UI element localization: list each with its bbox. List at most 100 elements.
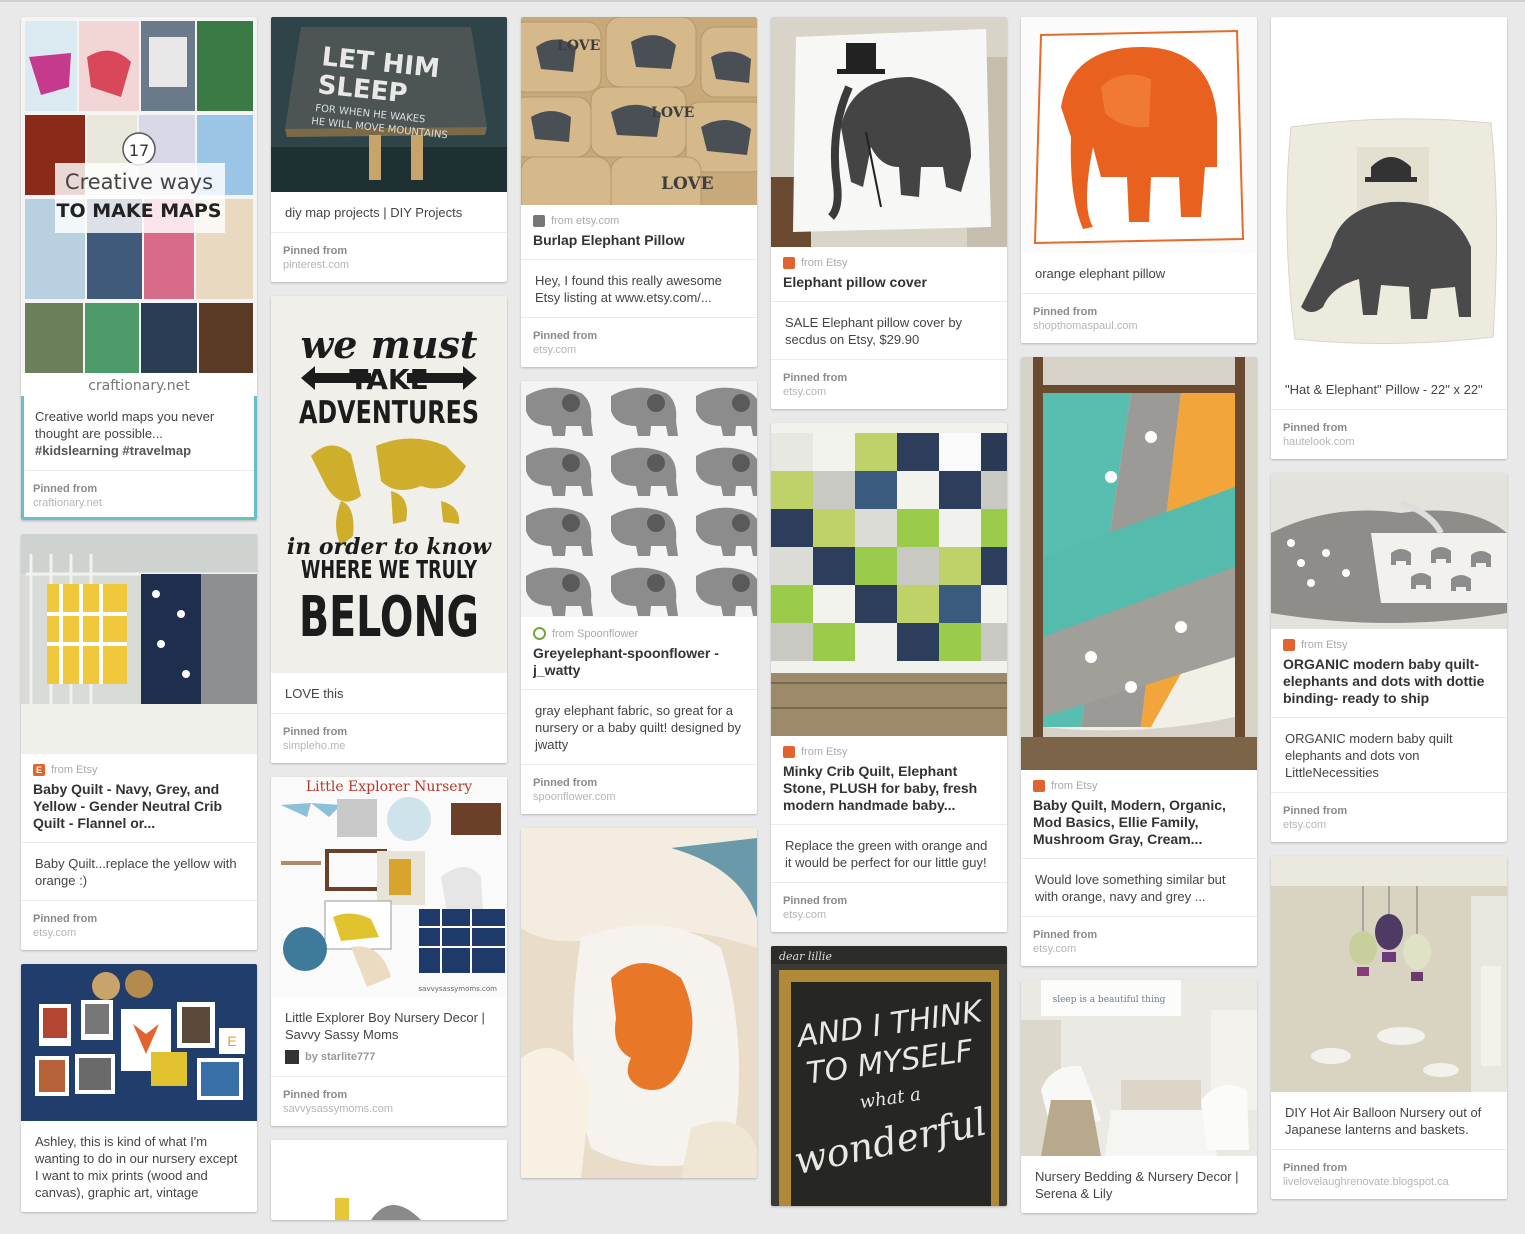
pin-card[interactable]: 17 Creative ways TO MAKE MAPS craftionar… — [21, 17, 257, 520]
pin-source[interactable]: E from Etsy — [21, 754, 257, 776]
pin-image[interactable] — [271, 1140, 507, 1220]
pinned-from-label: Pinned from — [783, 895, 848, 907]
pin-card[interactable]: from Etsy Elephant pillow cover SALE Ele… — [771, 17, 1007, 409]
pin-image[interactable]: Little Explorer Nursery savvysassymoms.c… — [271, 777, 507, 997]
pin-image[interactable]: E — [21, 964, 257, 1121]
pin-card[interactable]: orange elephant pillow Pinned from shopt… — [1021, 17, 1257, 343]
pinned-from-label: Pinned from — [283, 726, 348, 738]
pin-card[interactable]: Little Explorer Nursery savvysassymoms.c… — [271, 777, 507, 1126]
pin-title[interactable]: Elephant pillow cover — [771, 269, 1007, 301]
pin-image[interactable]: LET HIM SLEEP FOR WHEN HE WAKES HE WILL … — [271, 17, 507, 192]
pinned-from-domain[interactable]: spoonflower.com — [533, 791, 745, 803]
pin-card[interactable]: from Etsy Baby Quilt, Modern, Organic, M… — [1021, 357, 1257, 966]
pinned-from[interactable]: Pinned from craftionary.net — [21, 470, 257, 520]
pin-image[interactable] — [21, 534, 257, 754]
etsy-icon — [783, 257, 795, 269]
pin-title[interactable]: Baby Quilt - Navy, Grey, and Yellow - Ge… — [21, 776, 257, 842]
pinned-from[interactable]: Pinned from shopthomaspaul.com — [1021, 293, 1257, 343]
pin-source[interactable]: from etsy.com — [521, 205, 757, 227]
pinned-from-domain[interactable]: livelovelaughrenovate.blogspot.ca — [1283, 1176, 1495, 1188]
pin-description: LOVE this — [285, 686, 344, 701]
top-divider — [0, 0, 1525, 2]
maps-line2-text: TO MAKE MAPS — [57, 200, 222, 222]
pinned-from-domain[interactable]: etsy.com — [33, 927, 245, 939]
pinned-from[interactable]: Pinned from spoonflower.com — [521, 764, 757, 814]
pin-card[interactable]: dear lillie AND I THINK TO MYSELF what a… — [771, 946, 1007, 1206]
pin-image[interactable]: sleep is a beautiful thing — [1021, 980, 1257, 1156]
pillow-love-text-1: LOVE — [557, 38, 600, 54]
pin-card[interactable]: DIY Hot Air Balloon Nursery out of Japan… — [1271, 856, 1507, 1199]
pin-source[interactable]: from Etsy — [771, 736, 1007, 758]
pinned-from-domain[interactable]: craftionary.net — [33, 497, 245, 509]
pin-image[interactable]: we must TAKE ADVENTURES in order to know… — [271, 296, 507, 673]
pinned-from[interactable]: Pinned from etsy.com — [1271, 792, 1507, 842]
pinned-from-domain[interactable]: savvysassymoms.com — [283, 1103, 495, 1115]
pinned-from-domain[interactable]: etsy.com — [1283, 819, 1495, 831]
pinned-from[interactable]: Pinned from etsy.com — [21, 900, 257, 950]
pin-title[interactable]: Burlap Elephant Pillow — [521, 227, 757, 259]
pinned-from-domain[interactable]: etsy.com — [783, 386, 995, 398]
pinned-from[interactable]: Pinned from etsy.com — [1021, 916, 1257, 966]
pin-source[interactable]: from Etsy — [1021, 770, 1257, 792]
pin-hashtags[interactable]: #kidslearning #travelmap — [35, 443, 191, 458]
pin-image[interactable] — [521, 381, 757, 617]
pin-card[interactable] — [521, 828, 757, 1178]
pin-pinner[interactable]: by starlite777 — [271, 1050, 507, 1076]
pin-image[interactable]: dear lillie AND I THINK TO MYSELF what a… — [771, 946, 1007, 1206]
pin-description: ORGANIC modern baby quilt elephants and … — [1271, 717, 1507, 792]
pin-card[interactable]: we must TAKE ADVENTURES in order to know… — [271, 296, 507, 763]
pinned-from[interactable]: Pinned from etsy.com — [521, 317, 757, 367]
pin-image[interactable] — [771, 17, 1007, 247]
pin-title[interactable]: Minky Crib Quilt, Elephant Stone, PLUSH … — [771, 758, 1007, 824]
pin-card[interactable]: "Hat & Elephant" Pillow - 22" x 22" Pinn… — [1271, 17, 1507, 459]
pin-image[interactable] — [1021, 357, 1257, 770]
pinned-from-label: Pinned from — [33, 913, 98, 925]
pin-card[interactable]: LET HIM SLEEP FOR WHEN HE WAKES HE WILL … — [271, 17, 507, 282]
pin-source[interactable]: from Etsy — [771, 247, 1007, 269]
pinned-from[interactable]: Pinned from pinterest.com — [271, 232, 507, 282]
pin-title[interactable]: Baby Quilt, Modern, Organic, Mod Basics,… — [1021, 792, 1257, 858]
pin-image[interactable] — [1271, 17, 1507, 369]
pinned-from-label: Pinned from — [1283, 422, 1348, 434]
pin-column-4: from Etsy Elephant pillow cover SALE Ele… — [771, 17, 1007, 1220]
pinned-from[interactable]: Pinned from etsy.com — [771, 359, 1007, 409]
pin-description: Would love something similar but with or… — [1021, 858, 1257, 916]
pinned-from[interactable]: Pinned from etsy.com — [771, 882, 1007, 932]
pinned-from-domain[interactable]: hautelook.com — [1283, 436, 1495, 448]
maps-number-text: 17 — [129, 141, 149, 160]
pinned-from[interactable]: Pinned from hautelook.com — [1271, 409, 1507, 459]
pin-card[interactable]: sleep is a beautiful thing Nursery Beddi… — [1021, 980, 1257, 1213]
etsy-icon — [1283, 639, 1295, 651]
pinned-from-domain[interactable]: simpleho.me — [283, 740, 495, 752]
pinned-from-domain[interactable]: etsy.com — [783, 909, 995, 921]
pinned-from-domain[interactable]: shopthomaspaul.com — [1033, 320, 1245, 332]
pin-image[interactable]: LOVE LOVE LOVE — [521, 17, 757, 205]
pin-source[interactable]: from Etsy — [1271, 629, 1507, 651]
board-title-text: Little Explorer Nursery — [306, 779, 472, 795]
pinned-from-domain[interactable]: pinterest.com — [283, 259, 495, 271]
pin-card[interactable]: from Etsy ORGANIC modern baby quilt- ele… — [1271, 473, 1507, 842]
pin-image[interactable] — [1271, 473, 1507, 629]
pin-card[interactable]: from Spoonflower Greyelephant-spoonflowe… — [521, 381, 757, 814]
pin-image[interactable] — [1021, 17, 1257, 253]
pin-card[interactable] — [271, 1140, 507, 1220]
pin-image[interactable] — [771, 423, 1007, 736]
spoonflower-icon — [533, 627, 546, 640]
pin-card[interactable]: LOVE LOVE LOVE from etsy.com Burlap Elep… — [521, 17, 757, 367]
pin-image[interactable]: 17 Creative ways TO MAKE MAPS craftionar… — [21, 17, 257, 396]
pin-card[interactable]: E Ashley, this is kind of what I'm wanti… — [21, 964, 257, 1212]
pillow-love-text-3: LOVE — [661, 174, 714, 194]
pin-card[interactable]: from Etsy Minky Crib Quilt, Elephant Sto… — [771, 423, 1007, 932]
pinned-from[interactable]: Pinned from livelovelaughrenovate.blogsp… — [1271, 1149, 1507, 1199]
pinned-from-domain[interactable]: etsy.com — [533, 344, 745, 356]
pinned-from-domain[interactable]: etsy.com — [1033, 943, 1245, 955]
pin-image[interactable] — [1271, 856, 1507, 1092]
pin-title[interactable]: Greyelephant-spoonflower - j_watty — [521, 640, 757, 689]
pinned-from[interactable]: Pinned from savvysassymoms.com — [271, 1076, 507, 1126]
pin-card[interactable]: E from Etsy Baby Quilt - Navy, Grey, and… — [21, 534, 257, 950]
pin-source[interactable]: from Spoonflower — [521, 617, 757, 640]
pin-source-text: from Etsy — [801, 746, 848, 758]
pinned-from[interactable]: Pinned from simpleho.me — [271, 713, 507, 763]
pin-title[interactable]: ORGANIC modern baby quilt- elephants and… — [1271, 651, 1507, 717]
pin-image[interactable] — [521, 828, 757, 1178]
